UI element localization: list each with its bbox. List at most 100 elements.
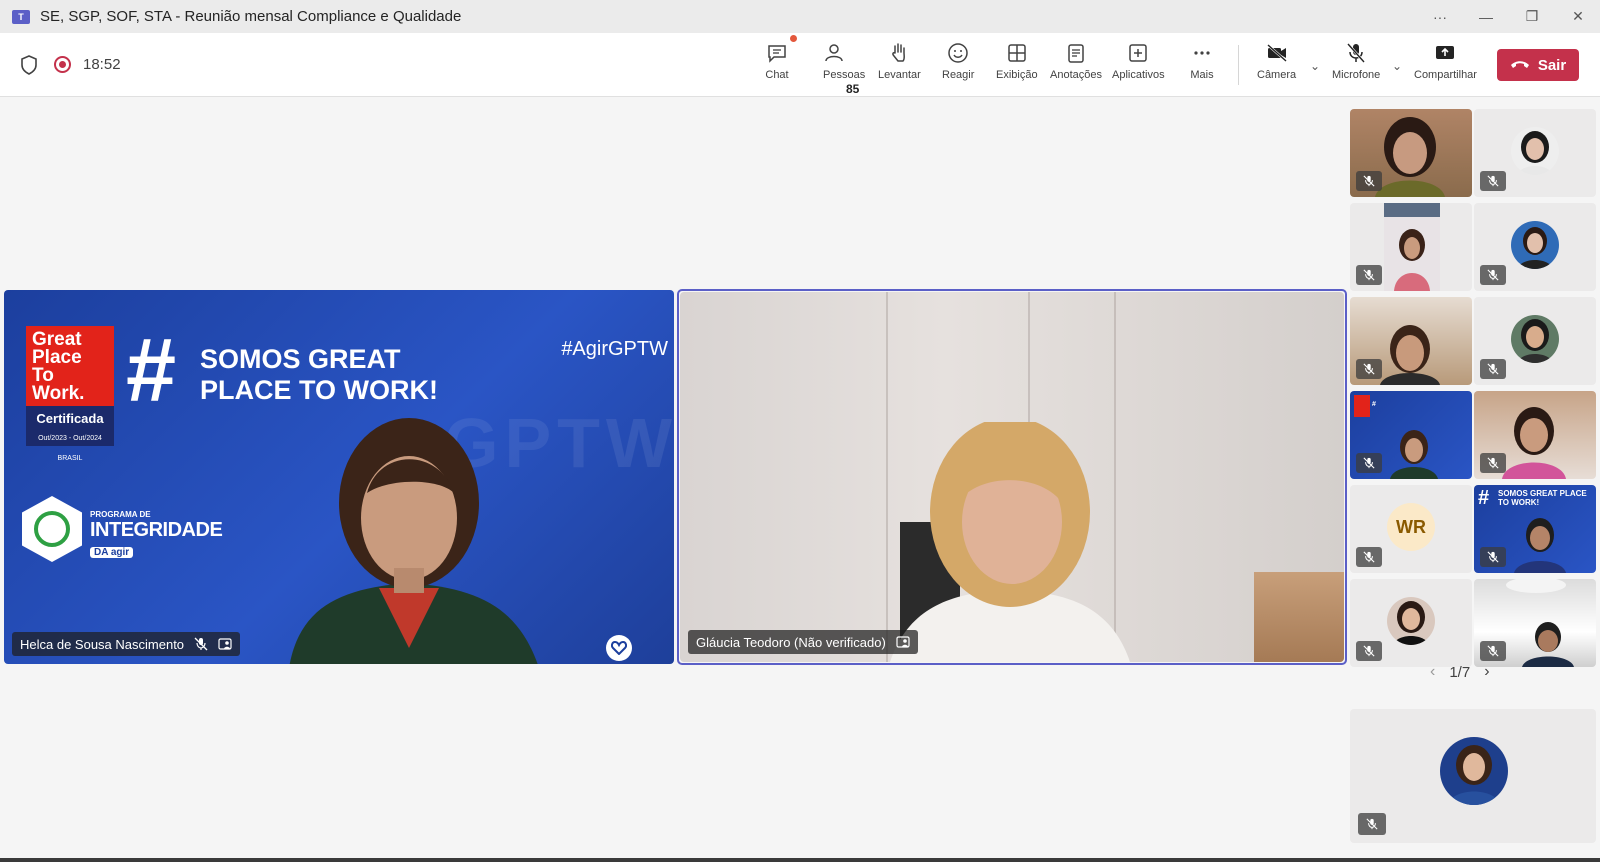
raise-hand-label: Levantar — [878, 69, 921, 81]
page-indicator: 1/7 — [1449, 663, 1471, 681]
microphone-button[interactable]: Microfone — [1332, 41, 1380, 89]
program-agir: agir — [110, 547, 130, 558]
participant-thumbnail[interactable] — [1350, 203, 1472, 291]
mic-muted-icon — [1480, 359, 1506, 379]
leave-button[interactable]: Sair — [1497, 49, 1579, 81]
restore-icon[interactable]: ❐ — [1509, 0, 1555, 33]
apps-button[interactable]: Aplicativos — [1112, 41, 1165, 89]
mic-muted-icon — [1356, 359, 1382, 379]
more-label: Mais — [1190, 69, 1214, 81]
mic-muted-icon — [1480, 453, 1506, 473]
gptw-line: Work. — [32, 383, 85, 404]
mic-muted-icon — [1356, 265, 1382, 285]
integrity-program-text: PROGRAMA DE INTEGRIDADE DA agir — [90, 510, 223, 560]
mic-muted-icon — [1358, 813, 1386, 835]
chat-label: Chat — [765, 69, 789, 81]
chat-button[interactable]: Chat — [765, 41, 789, 89]
self-avatar — [1440, 737, 1508, 805]
meeting-timer: 18:52 — [83, 56, 121, 73]
notes-label: Anotações — [1050, 69, 1102, 81]
mic-off-icon — [1347, 43, 1366, 63]
participant-thumbnail[interactable] — [1350, 579, 1472, 667]
mic-options-chevron-icon[interactable]: ⌄ — [1392, 59, 1402, 73]
react-button[interactable]: Reagir — [942, 41, 974, 89]
notes-button[interactable]: Anotações — [1050, 41, 1102, 89]
cert-label: Certificada — [36, 411, 104, 426]
meeting-toolbar: 18:52 Chat Pessoas 85 Levantar Reagir Ex… — [0, 33, 1600, 97]
previous-page-icon[interactable]: ‹ — [1430, 663, 1435, 681]
teams-logo-icon: T — [12, 9, 30, 24]
svg-text:#: # — [1372, 401, 1376, 408]
mic-muted-icon — [194, 637, 208, 651]
self-view-tile[interactable] — [1350, 709, 1596, 843]
participant-name-tag: Helca de Sousa Nascimento — [12, 632, 241, 656]
participant-initials-avatar: WR — [1387, 503, 1435, 551]
meeting-stage: GPTW Great Place To Work. Certificada Ou… — [0, 97, 1600, 862]
participant-thumbnail[interactable] — [1474, 203, 1596, 291]
close-icon[interactable]: ✕ — [1555, 0, 1600, 33]
program-agir-tag: DA agir — [90, 547, 134, 558]
thumb-headline: SOMOS GREAT PLACE TO WORK! — [1498, 489, 1587, 507]
window-title: SE, SGP, SOF, STA - Reunião mensal Compl… — [40, 8, 462, 25]
more-button[interactable]: Mais — [1190, 41, 1214, 89]
view-button[interactable]: Exibição — [996, 41, 1038, 89]
hash-symbol: # — [126, 321, 177, 421]
headline: SOMOS GREAT PLACE TO WORK! — [200, 344, 438, 406]
participant-thumbnail[interactable] — [1474, 391, 1596, 479]
hashtag-text: #AgirGPTW — [561, 338, 668, 360]
participant-thumbnail[interactable] — [1474, 579, 1596, 667]
taskbar-edge — [0, 858, 1600, 862]
program-da: DA — [94, 547, 109, 558]
camera-options-chevron-icon[interactable]: ⌄ — [1310, 59, 1320, 73]
minimize-icon[interactable]: — — [1463, 0, 1509, 33]
program-small: PROGRAMA DE — [90, 510, 151, 519]
ellipsis-icon — [1194, 51, 1210, 55]
camera-label: Câmera — [1257, 69, 1297, 81]
mic-muted-icon — [1480, 265, 1506, 285]
heart-icon — [606, 635, 632, 661]
recording-icon — [54, 56, 71, 73]
raise-hand-icon — [892, 43, 906, 62]
cert-dates: Out/2023 - Out/2024 — [38, 435, 102, 442]
camera-button[interactable]: Câmera — [1257, 41, 1296, 89]
mic-label: Microfone — [1332, 69, 1381, 81]
participant-thumbnail[interactable]: # SOMOS GREAT PLACE TO WORK! — [1474, 485, 1596, 573]
participant-name: Helca de Sousa Nascimento — [20, 636, 185, 652]
grid-view-icon — [1008, 44, 1026, 62]
mic-muted-icon — [1356, 453, 1382, 473]
participant-thumbnail[interactable]: WR — [1350, 485, 1472, 573]
participant-thumbnail[interactable]: # — [1350, 391, 1472, 479]
smile-icon — [948, 43, 968, 63]
mic-muted-icon — [1480, 171, 1506, 191]
participant-thumbnail[interactable] — [1474, 109, 1596, 197]
gptw-certificate: Certificada Out/2023 - Out/2024 BRASIL — [26, 406, 114, 462]
active-speaker-frame — [677, 289, 1347, 665]
gallery-pager: ‹ 1/7 › — [1430, 663, 1490, 681]
mic-muted-icon — [1356, 171, 1382, 191]
shield-icon[interactable] — [20, 55, 38, 75]
integrity-program-logo — [22, 496, 82, 562]
gptw-badge: Great Place To Work. Certificada Out/202… — [26, 326, 114, 462]
apps-label: Aplicativos — [1112, 69, 1165, 81]
toolbar-divider — [1238, 45, 1239, 85]
more-options-icon[interactable]: ··· — [1417, 0, 1463, 33]
title-bar: T SE, SGP, SOF, STA - Reunião mensal Com… — [0, 0, 1600, 33]
program-big: INTEGRIDADE — [90, 519, 223, 541]
raise-hand-button[interactable]: Levantar — [878, 41, 921, 89]
participant-avatar — [1387, 597, 1435, 645]
participant-thumbnail[interactable] — [1350, 297, 1472, 385]
cert-country: BRASIL — [57, 455, 83, 462]
share-button[interactable]: Compartilhar — [1414, 41, 1477, 89]
thumb-hash: # — [1478, 487, 1490, 509]
view-label: Exibição — [996, 69, 1038, 81]
people-icon — [825, 44, 843, 62]
next-page-icon[interactable]: › — [1484, 663, 1489, 681]
share-screen-icon — [1436, 46, 1455, 59]
participant-avatar — [1511, 221, 1559, 269]
headline-line-1: SOMOS GREAT — [200, 344, 401, 374]
leave-label: Sair — [1537, 56, 1567, 74]
participant-tile-helca[interactable]: GPTW Great Place To Work. Certificada Ou… — [4, 290, 674, 664]
participant-thumbnail[interactable] — [1474, 297, 1596, 385]
participant-thumbnail[interactable] — [1350, 109, 1472, 197]
background-effect-icon — [218, 638, 232, 650]
